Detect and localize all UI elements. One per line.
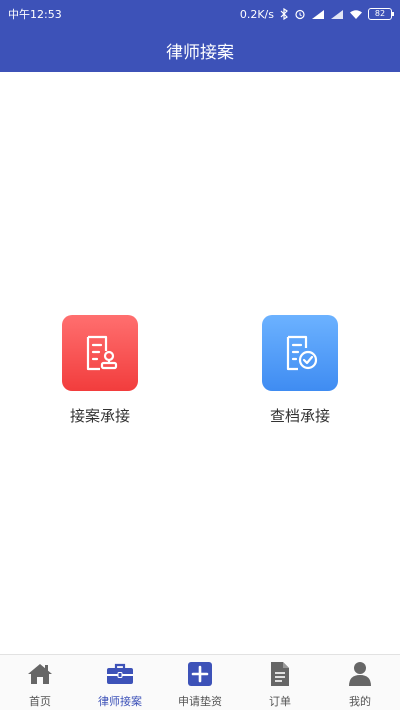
nav-item-profile[interactable]: 我的 bbox=[320, 655, 400, 710]
nav-label-orders: 订单 bbox=[269, 695, 291, 708]
nav-label-case: 律师接案 bbox=[98, 695, 142, 708]
nav-label-profile: 我的 bbox=[349, 695, 371, 708]
home-icon bbox=[27, 661, 53, 687]
case-intake-button[interactable]: 接案承接 bbox=[40, 315, 160, 426]
status-bar: 中午12:53 0.2K/s 82 bbox=[0, 0, 400, 28]
document-icon bbox=[269, 661, 291, 687]
user-icon bbox=[348, 661, 372, 687]
title-bar: 律师接案 bbox=[0, 28, 400, 72]
plus-box-icon bbox=[187, 661, 213, 687]
nav-item-case[interactable]: 律师接案 bbox=[80, 655, 160, 710]
file-check-label: 查档承接 bbox=[269, 407, 330, 425]
network-speed: 0.2K/s bbox=[239, 7, 274, 21]
case-intake-label: 接案承接 bbox=[69, 407, 130, 425]
file-check-button[interactable]: 查档承接 bbox=[240, 315, 360, 426]
page-title: 律师接案 bbox=[166, 42, 234, 63]
status-indicators: 0.2K/s 82 bbox=[239, 7, 394, 21]
signal-icon bbox=[311, 9, 325, 20]
nav-label-apply: 申请垫资 bbox=[178, 695, 222, 708]
wifi-icon bbox=[349, 9, 363, 20]
nav-item-home[interactable]: 首页 bbox=[0, 655, 80, 710]
nav-item-apply[interactable]: 申请垫资 bbox=[160, 655, 240, 710]
document-stamp-icon bbox=[62, 315, 138, 391]
status-time: 中午12:53 bbox=[8, 8, 62, 21]
bluetooth-icon bbox=[279, 8, 289, 20]
alarm-icon bbox=[294, 8, 306, 20]
nav-label-home: 首页 bbox=[29, 695, 51, 708]
signal-2-icon bbox=[330, 9, 344, 20]
battery-icon: 82 bbox=[368, 8, 394, 20]
document-check-icon bbox=[262, 315, 338, 391]
briefcase-icon bbox=[106, 661, 134, 687]
nav-item-orders[interactable]: 订单 bbox=[240, 655, 320, 710]
bottom-nav: 首页 律师接案 申请垫资 订单 我的 bbox=[0, 654, 400, 710]
